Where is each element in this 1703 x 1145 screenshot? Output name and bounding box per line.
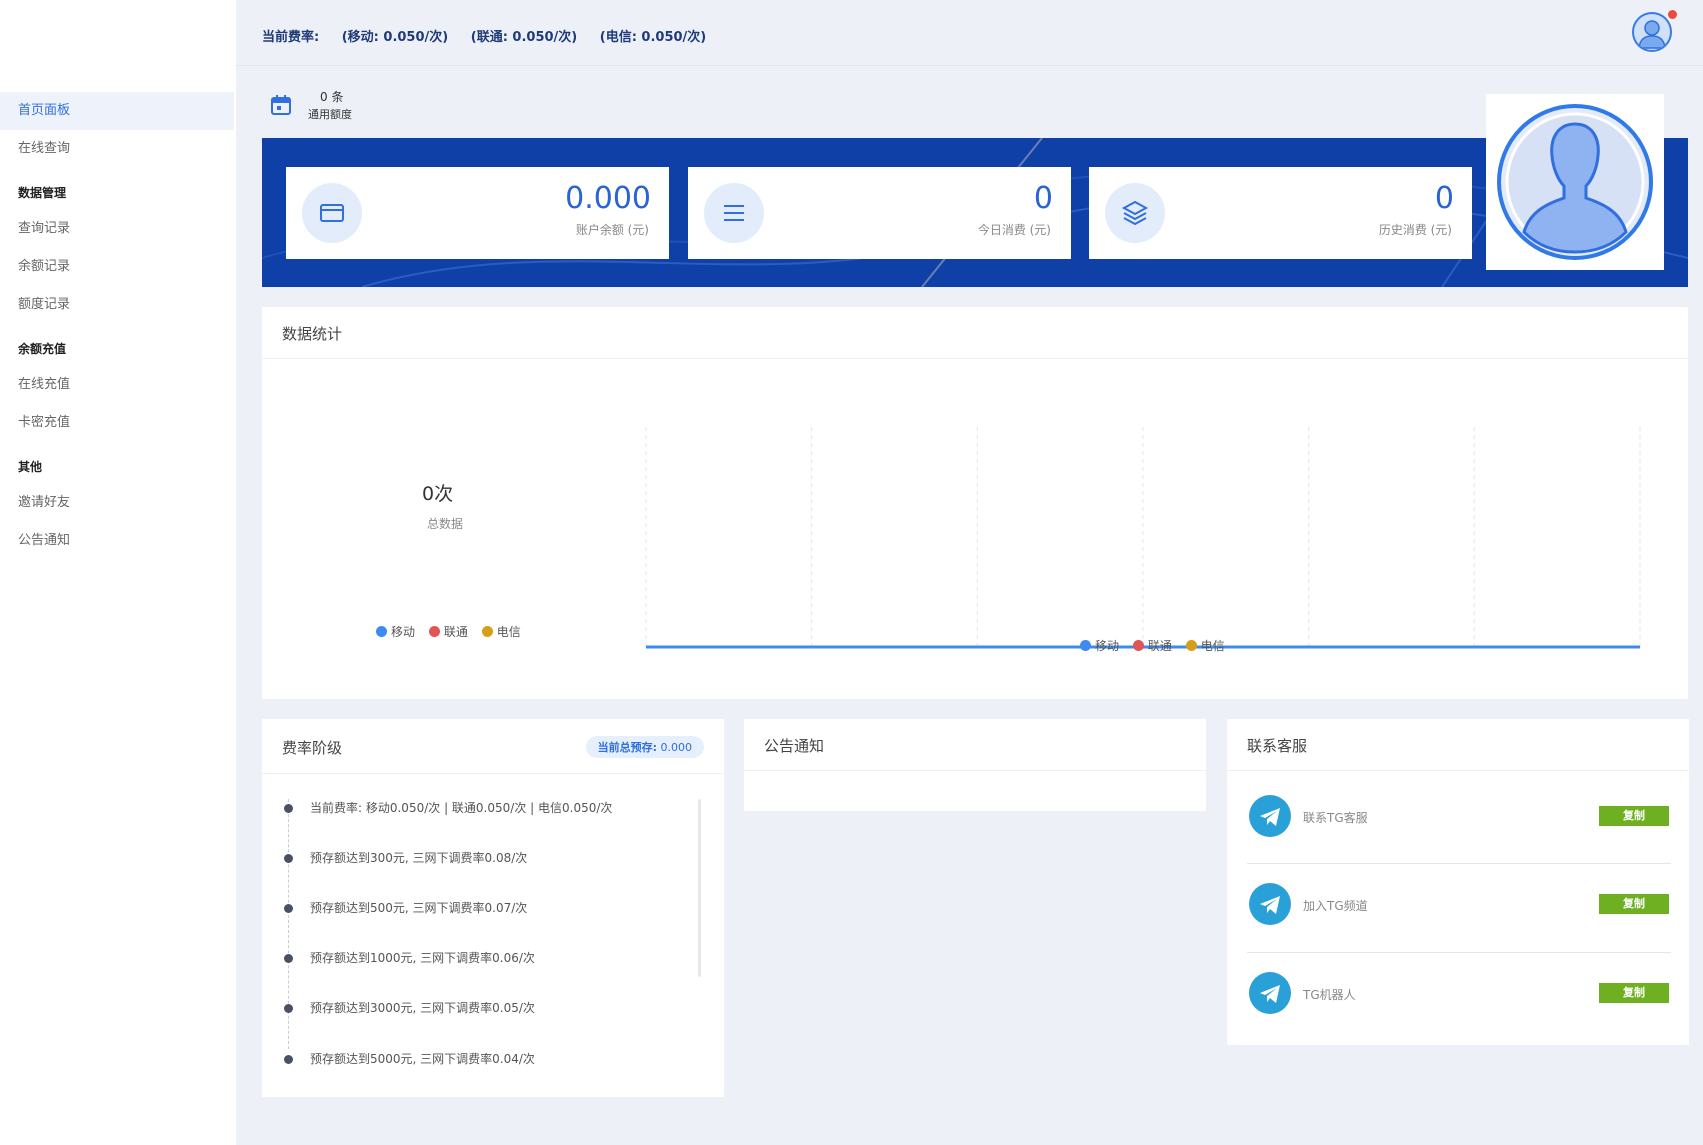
rate-mobile: (移动: 0.050/次): [341, 30, 449, 45]
telegram-icon: [1249, 795, 1291, 837]
panel-divider: [262, 358, 1688, 359]
history-spend-label: 历史消费 (元): [1378, 223, 1452, 237]
contact-label: TG机器人: [1303, 988, 1356, 1002]
legend-item-mobile[interactable]: 移动: [1080, 639, 1119, 653]
line-chart-legend: 移动 联通 电信: [1080, 637, 1235, 654]
today-spend-label: 今日消费 (元): [977, 223, 1051, 237]
balance-label: 账户余额 (元): [575, 223, 649, 237]
sidebar-item-dashboard[interactable]: 首页面板: [0, 92, 234, 130]
contact-title: 联系客服: [1247, 737, 1308, 755]
announcement-panel: 公告通知: [744, 719, 1206, 811]
timeline-dot: [284, 804, 293, 813]
data-statistics-title: 数据统计: [282, 325, 343, 343]
panel-divider: [744, 770, 1206, 771]
legend-item-telecom[interactable]: 电信: [1185, 639, 1225, 653]
history-spend-value: 0: [1434, 181, 1454, 216]
total-prestore-label: 当前总预存:: [597, 741, 657, 754]
contact-label: 联系TG客服: [1303, 811, 1368, 825]
profile-avatar-icon: [1497, 104, 1653, 260]
sidebar-item-balance-records[interactable]: 余额记录: [0, 248, 234, 286]
sidebar-item-card-recharge[interactable]: 卡密充值: [0, 404, 234, 442]
current-rate-line: 当前费率: (移动: 0.050/次) (联通: 0.050/次) (电信: 0…: [262, 26, 724, 45]
sidebar-item-invite-friends[interactable]: 邀请好友: [0, 484, 234, 522]
contact-row-tg-bot: TG机器人 复制: [1227, 952, 1689, 1040]
total-prestore-value: 0.000: [660, 741, 693, 754]
tier-item: 预存额达到5000元, 三网下调费率0.04/次: [310, 1052, 535, 1066]
timeline-dot: [284, 1004, 293, 1013]
sidebar: 首页面板 在线查询 数据管理 查询记录 余额记录 额度记录 余额充值 在线充值 …: [0, 0, 236, 1145]
timeline-dot: [284, 954, 293, 963]
sidebar-item-query-records[interactable]: 查询记录: [0, 210, 234, 248]
contact-label: 加入TG频道: [1303, 899, 1368, 913]
tier-item: 预存额达到3000元, 三网下调费率0.05/次: [310, 1001, 535, 1015]
calendar-icon: [270, 94, 292, 116]
scrollbar[interactable]: [698, 799, 701, 977]
sidebar-item-online-query[interactable]: 在线查询: [0, 130, 234, 168]
copy-button[interactable]: 复制: [1599, 894, 1669, 914]
notification-dot: [1668, 10, 1677, 19]
sidebar-group-data-management: 数据管理: [18, 186, 67, 200]
tier-item: 预存额达到300元, 三网下调费率0.08/次: [310, 851, 528, 865]
sidebar-item-announcements[interactable]: 公告通知: [0, 522, 234, 560]
sidebar-item-quota-records[interactable]: 额度记录: [0, 286, 234, 324]
copy-button[interactable]: 复制: [1599, 806, 1669, 826]
panel-divider: [262, 773, 724, 774]
timeline-dot: [284, 854, 293, 863]
tier-item: 预存额达到500元, 三网下调费率0.07/次: [310, 901, 528, 915]
telegram-icon: [1249, 972, 1291, 1014]
rate-tiers-panel: 费率阶级 当前总预存: 0.000 当前费率: 移动0.050/次 | 联通0.…: [262, 719, 724, 1097]
copy-button[interactable]: 复制: [1599, 983, 1669, 1003]
contact-row-tg-channel: 加入TG频道 复制: [1227, 863, 1689, 951]
telegram-icon: [1249, 883, 1291, 925]
data-statistics-panel: 数据统计 0次 总数据 移动 联通 电信 4-11-152024-11-1620…: [262, 307, 1688, 699]
legend-label: 移动: [1095, 639, 1120, 653]
user-avatar-icon[interactable]: [1632, 12, 1672, 52]
sidebar-group-recharge: 余额充值: [18, 342, 67, 356]
top-bar: 当前费率: (移动: 0.050/次) (联通: 0.050/次) (电信: 0…: [236, 0, 1703, 66]
rate-tiers-title: 费率阶级: [282, 739, 343, 757]
rate-telecom: (电信: 0.050/次): [599, 30, 707, 45]
layers-icon: [1105, 183, 1165, 243]
quota-label: 通用额度: [308, 108, 352, 121]
card-icon: [302, 183, 362, 243]
today-spend-card: 0 今日消费 (元): [688, 167, 1071, 259]
contact-panel: 联系客服 联系TG客服 复制 加入TG频道 复制 TG机器人 复制: [1227, 719, 1689, 1045]
timeline-dot: [284, 904, 293, 913]
announcement-title: 公告通知: [764, 737, 825, 755]
balance-card: 0.000 账户余额 (元): [286, 167, 669, 259]
menu-icon: [704, 183, 764, 243]
sidebar-group-other: 其他: [18, 460, 43, 474]
sidebar-item-online-recharge[interactable]: 在线充值: [0, 366, 234, 404]
rate-prefix: 当前费率:: [262, 30, 320, 45]
history-spend-card: 0 历史消费 (元): [1089, 167, 1472, 259]
stats-banner: 0.000 账户余额 (元) 0 今日消费 (元) 0 历史消费 (元): [262, 138, 1688, 287]
timeline-dot: [284, 1055, 293, 1064]
today-spend-value: 0: [1033, 181, 1053, 216]
profile-avatar: [1486, 94, 1664, 270]
quota-count: 0 条: [320, 90, 344, 104]
rate-unicom: (联通: 0.050/次): [470, 30, 578, 45]
legend-label: 电信: [1200, 639, 1225, 653]
contact-row-tg-support: 联系TG客服 复制: [1227, 771, 1689, 859]
legend-item-unicom[interactable]: 联通: [1132, 639, 1172, 653]
tier-item: 预存额达到1000元, 三网下调费率0.06/次: [310, 951, 535, 965]
legend-label: 联通: [1147, 639, 1172, 653]
tier-item: 当前费率: 移动0.050/次 | 联通0.050/次 | 电信0.050/次: [310, 801, 613, 815]
balance-value: 0.000: [565, 181, 651, 216]
total-prestore-badge: 当前总预存: 0.000: [585, 736, 704, 758]
line-chart: 4-11-152024-11-162024-11-172024-11-18202…: [645, 427, 1641, 649]
